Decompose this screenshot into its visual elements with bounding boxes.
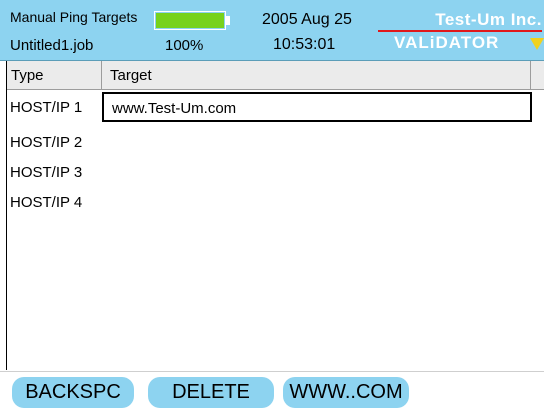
row-type-host-3: HOST/IP 3 bbox=[10, 164, 83, 181]
screen-title: Manual Ping Targets bbox=[10, 9, 138, 25]
target-field-host-2[interactable] bbox=[102, 127, 532, 157]
soft-key-bar: BACKSPC DELETE WWW..COM bbox=[0, 371, 544, 409]
row-type-host-2: HOST/IP 2 bbox=[10, 134, 83, 151]
target-field-host-3[interactable] bbox=[102, 157, 532, 187]
battery-percent: 100% bbox=[165, 37, 204, 54]
brand-underline bbox=[378, 30, 542, 32]
column-header-target: Target bbox=[110, 67, 152, 84]
header-bar: Manual Ping Targets Untitled1.job 100% 2… bbox=[0, 0, 544, 61]
delete-button[interactable]: DELETE bbox=[148, 377, 274, 408]
www-com-button[interactable]: WWW..COM bbox=[283, 377, 409, 408]
column-divider-right bbox=[530, 61, 531, 89]
brand-name: Test-Um Inc. bbox=[435, 10, 542, 29]
row-type-host-1: HOST/IP 1 bbox=[10, 99, 83, 116]
time-display: 10:53:01 bbox=[273, 36, 336, 53]
job-file-name: Untitled1.job bbox=[10, 37, 94, 54]
battery-icon bbox=[154, 11, 226, 30]
battery-tip-icon bbox=[226, 16, 230, 25]
column-header-type: Type bbox=[11, 67, 44, 84]
target-field-host-4[interactable] bbox=[102, 187, 532, 217]
table-header: Type Target bbox=[6, 61, 544, 90]
validator-screen: Manual Ping Targets Untitled1.job 100% 2… bbox=[0, 0, 544, 409]
row-type-host-4: HOST/IP 4 bbox=[10, 194, 83, 211]
table-left-border bbox=[6, 61, 7, 370]
product-logo: VALiDATOR bbox=[394, 33, 500, 52]
battery-level-fill bbox=[156, 13, 224, 28]
target-field-host-1[interactable]: www.Test-Um.com bbox=[102, 92, 532, 122]
menu-arrow-icon[interactable] bbox=[530, 38, 544, 50]
backspace-button[interactable]: BACKSPC bbox=[12, 377, 134, 408]
column-divider bbox=[101, 61, 102, 89]
date-display: 2005 Aug 25 bbox=[262, 11, 352, 28]
